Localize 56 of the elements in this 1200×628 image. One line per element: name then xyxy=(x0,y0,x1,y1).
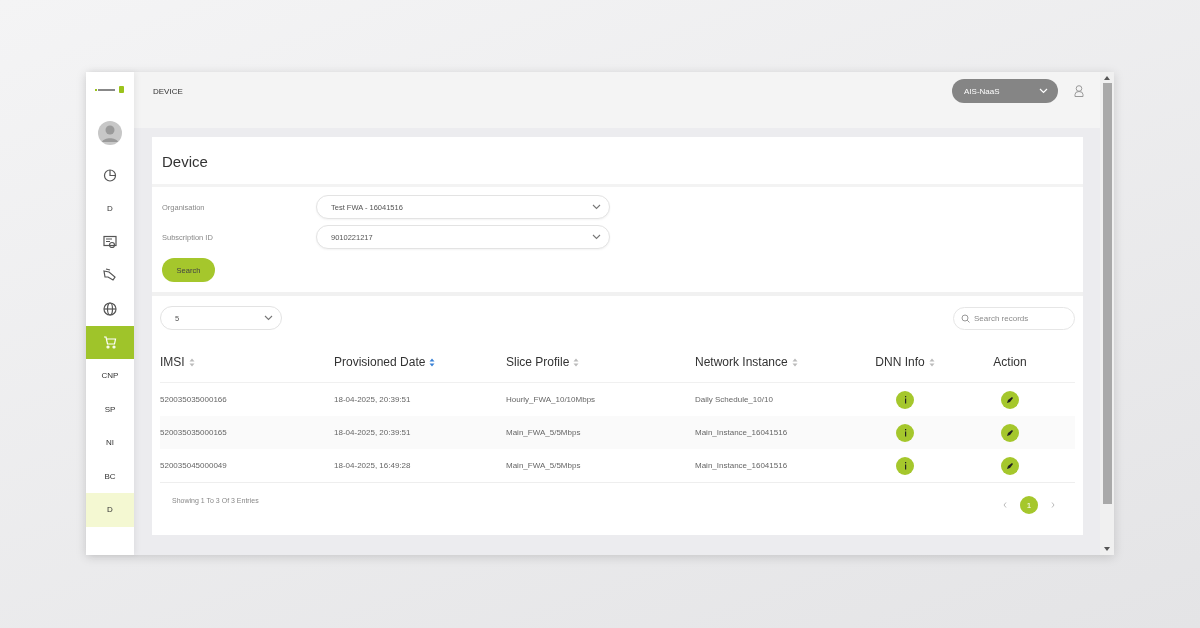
column-header[interactable]: Slice Profile xyxy=(506,355,580,369)
table-cell: Main_Instance_16041516 xyxy=(695,461,788,470)
table-cell: Daily Schedule_10/10 xyxy=(695,395,773,404)
table-cell: 18-04-2025, 16:49:28 xyxy=(334,461,411,470)
search-icon xyxy=(961,313,970,323)
table-cell: 18-04-2025, 20:39:51 xyxy=(334,428,411,437)
scrollbar[interactable] xyxy=(1100,72,1114,555)
info-button[interactable] xyxy=(896,456,914,475)
certificate-icon xyxy=(103,234,117,249)
pie-chart-icon xyxy=(103,167,117,182)
edit-icon xyxy=(1006,428,1014,437)
sidebar-item[interactable]: BC xyxy=(86,459,134,493)
table-cell: 520035045000049 xyxy=(160,461,227,470)
avatar-icon[interactable] xyxy=(98,121,122,145)
hand-icon xyxy=(103,268,117,283)
info-icon xyxy=(903,428,907,437)
logo-icon xyxy=(95,85,125,95)
table-cell: Main_Instance_16041516 xyxy=(695,428,788,437)
column-header: Action xyxy=(993,355,1027,369)
sidebar-item[interactable]: CNP xyxy=(86,359,134,393)
chevron-down-icon xyxy=(592,204,601,210)
tenant-select[interactable]: AIS-NaaS xyxy=(952,79,1058,103)
chevron-down-icon xyxy=(264,315,273,321)
edit-icon xyxy=(1006,395,1014,404)
chevron-down-icon xyxy=(592,234,601,240)
table-cell: 520035035000166 xyxy=(160,395,227,404)
info-icon xyxy=(903,395,907,404)
user-icon[interactable] xyxy=(1074,85,1084,97)
sidebar-item[interactable]: SP xyxy=(86,392,134,426)
column-header[interactable]: Network Instance xyxy=(695,355,798,369)
scroll-up-icon[interactable] xyxy=(1104,76,1110,80)
table-cell: Main_FWA_5/5Mbps xyxy=(506,428,581,437)
page-breadcrumb: DEVICE xyxy=(153,86,183,96)
page-title: Device xyxy=(152,137,1083,187)
column-header[interactable]: IMSI xyxy=(160,355,195,369)
info-icon xyxy=(903,461,907,470)
column-header[interactable]: Provisioned Date xyxy=(334,355,436,369)
sidebar-item[interactable]: NI xyxy=(86,426,134,460)
chevron-down-icon xyxy=(1039,88,1048,94)
search-field[interactable]: Search records xyxy=(953,306,1075,330)
edit-button[interactable] xyxy=(1001,456,1019,475)
column-header[interactable]: DNN Info xyxy=(875,355,935,369)
cart-icon xyxy=(103,335,117,350)
info-button[interactable] xyxy=(896,423,914,442)
edit-icon xyxy=(1006,461,1014,470)
table-cell: Hourly_FWA_10/10Mbps xyxy=(506,395,596,404)
scroll-down-icon[interactable] xyxy=(1104,547,1110,551)
table-cell: 520035035000165 xyxy=(160,428,227,437)
sidebar-item[interactable]: D xyxy=(86,493,134,527)
sidebar-item[interactable]: D xyxy=(86,191,134,225)
table-cell: Main_FWA_5/5Mbps xyxy=(506,461,581,470)
edit-button[interactable] xyxy=(1001,390,1019,409)
info-button[interactable] xyxy=(896,390,914,409)
edit-button[interactable] xyxy=(1001,423,1019,442)
globe-icon xyxy=(103,301,117,316)
table-cell: 18-04-2025, 20:39:51 xyxy=(334,395,411,404)
